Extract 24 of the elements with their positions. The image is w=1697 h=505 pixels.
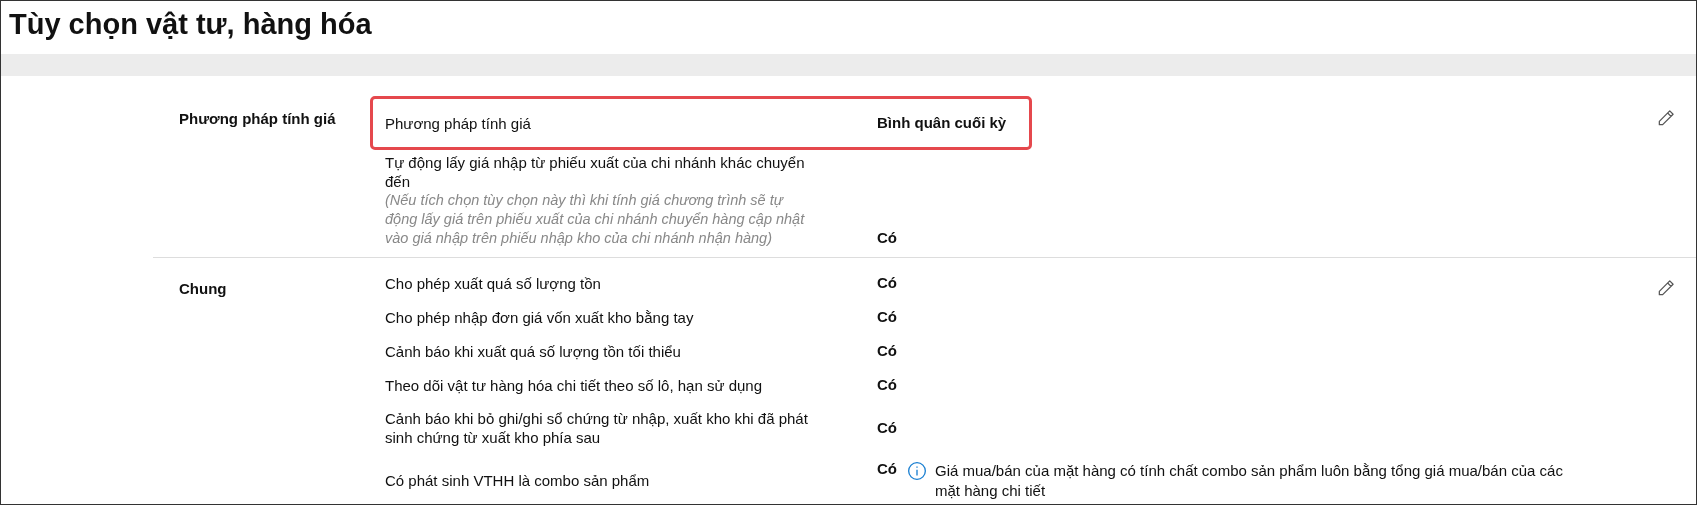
section-title: Phương pháp tính giá <box>178 109 337 129</box>
setting-value: Bình quân cuối kỳ <box>877 113 1007 133</box>
info-note: Giá mua/bán của mặt hàng có tính chất combo sản phẩm luôn bằng tổng giá mua/bán của các mặt hàng chi tiết <box>935 461 1564 501</box>
setting-label: Phương pháp tính giá <box>385 113 532 133</box>
info-icon <box>907 461 927 481</box>
edit-icon[interactable] <box>1656 278 1676 298</box>
setting-value: Có <box>877 459 898 479</box>
setting-value: Có <box>877 228 898 248</box>
setting-value: Có <box>877 341 898 361</box>
edit-icon[interactable] <box>1656 108 1676 128</box>
setting-label: Tự động lấy giá nhập từ phiếu xuất của chi nhánh khác chuyển đến <box>385 153 806 191</box>
setting-value: Có <box>877 418 898 438</box>
setting-value: Có <box>877 273 898 293</box>
setting-label: Cảnh báo khi xuất quá số lượng tồn tối thiểu <box>385 341 682 361</box>
setting-label: Cho phép xuất quá số lượng tồn <box>385 273 602 293</box>
section-title: Chung <box>178 279 228 299</box>
setting-description: (Nếu tích chọn tùy chọn này thì khi tính giá chương trình sẽ tự động lấy giá trên phiếu xuất của chi nhánh chuyển hàng cập nhật vào giá nhập trên phiếu nhập kho của chi nhánh nhận hàng) <box>385 191 806 248</box>
setting-value: Có <box>877 375 898 395</box>
setting-label: Theo dõi vật tư hàng hóa chi tiết theo số lô, hạn sử dụng <box>385 375 763 395</box>
setting-label: Cảnh báo khi bỏ ghi/ghi sổ chứng từ nhập, xuất kho khi đã phát sinh chứng từ xuất kho phía sau <box>385 409 809 447</box>
setting-value: Có <box>877 307 898 327</box>
setting-label: Cho phép nhập đơn giá vốn xuất kho bằng tay <box>385 307 695 327</box>
setting-label: Có phát sinh VTHH là combo sản phẩm <box>385 470 651 490</box>
page-title: Tùy chọn vật tư, hàng hóa <box>8 7 373 42</box>
